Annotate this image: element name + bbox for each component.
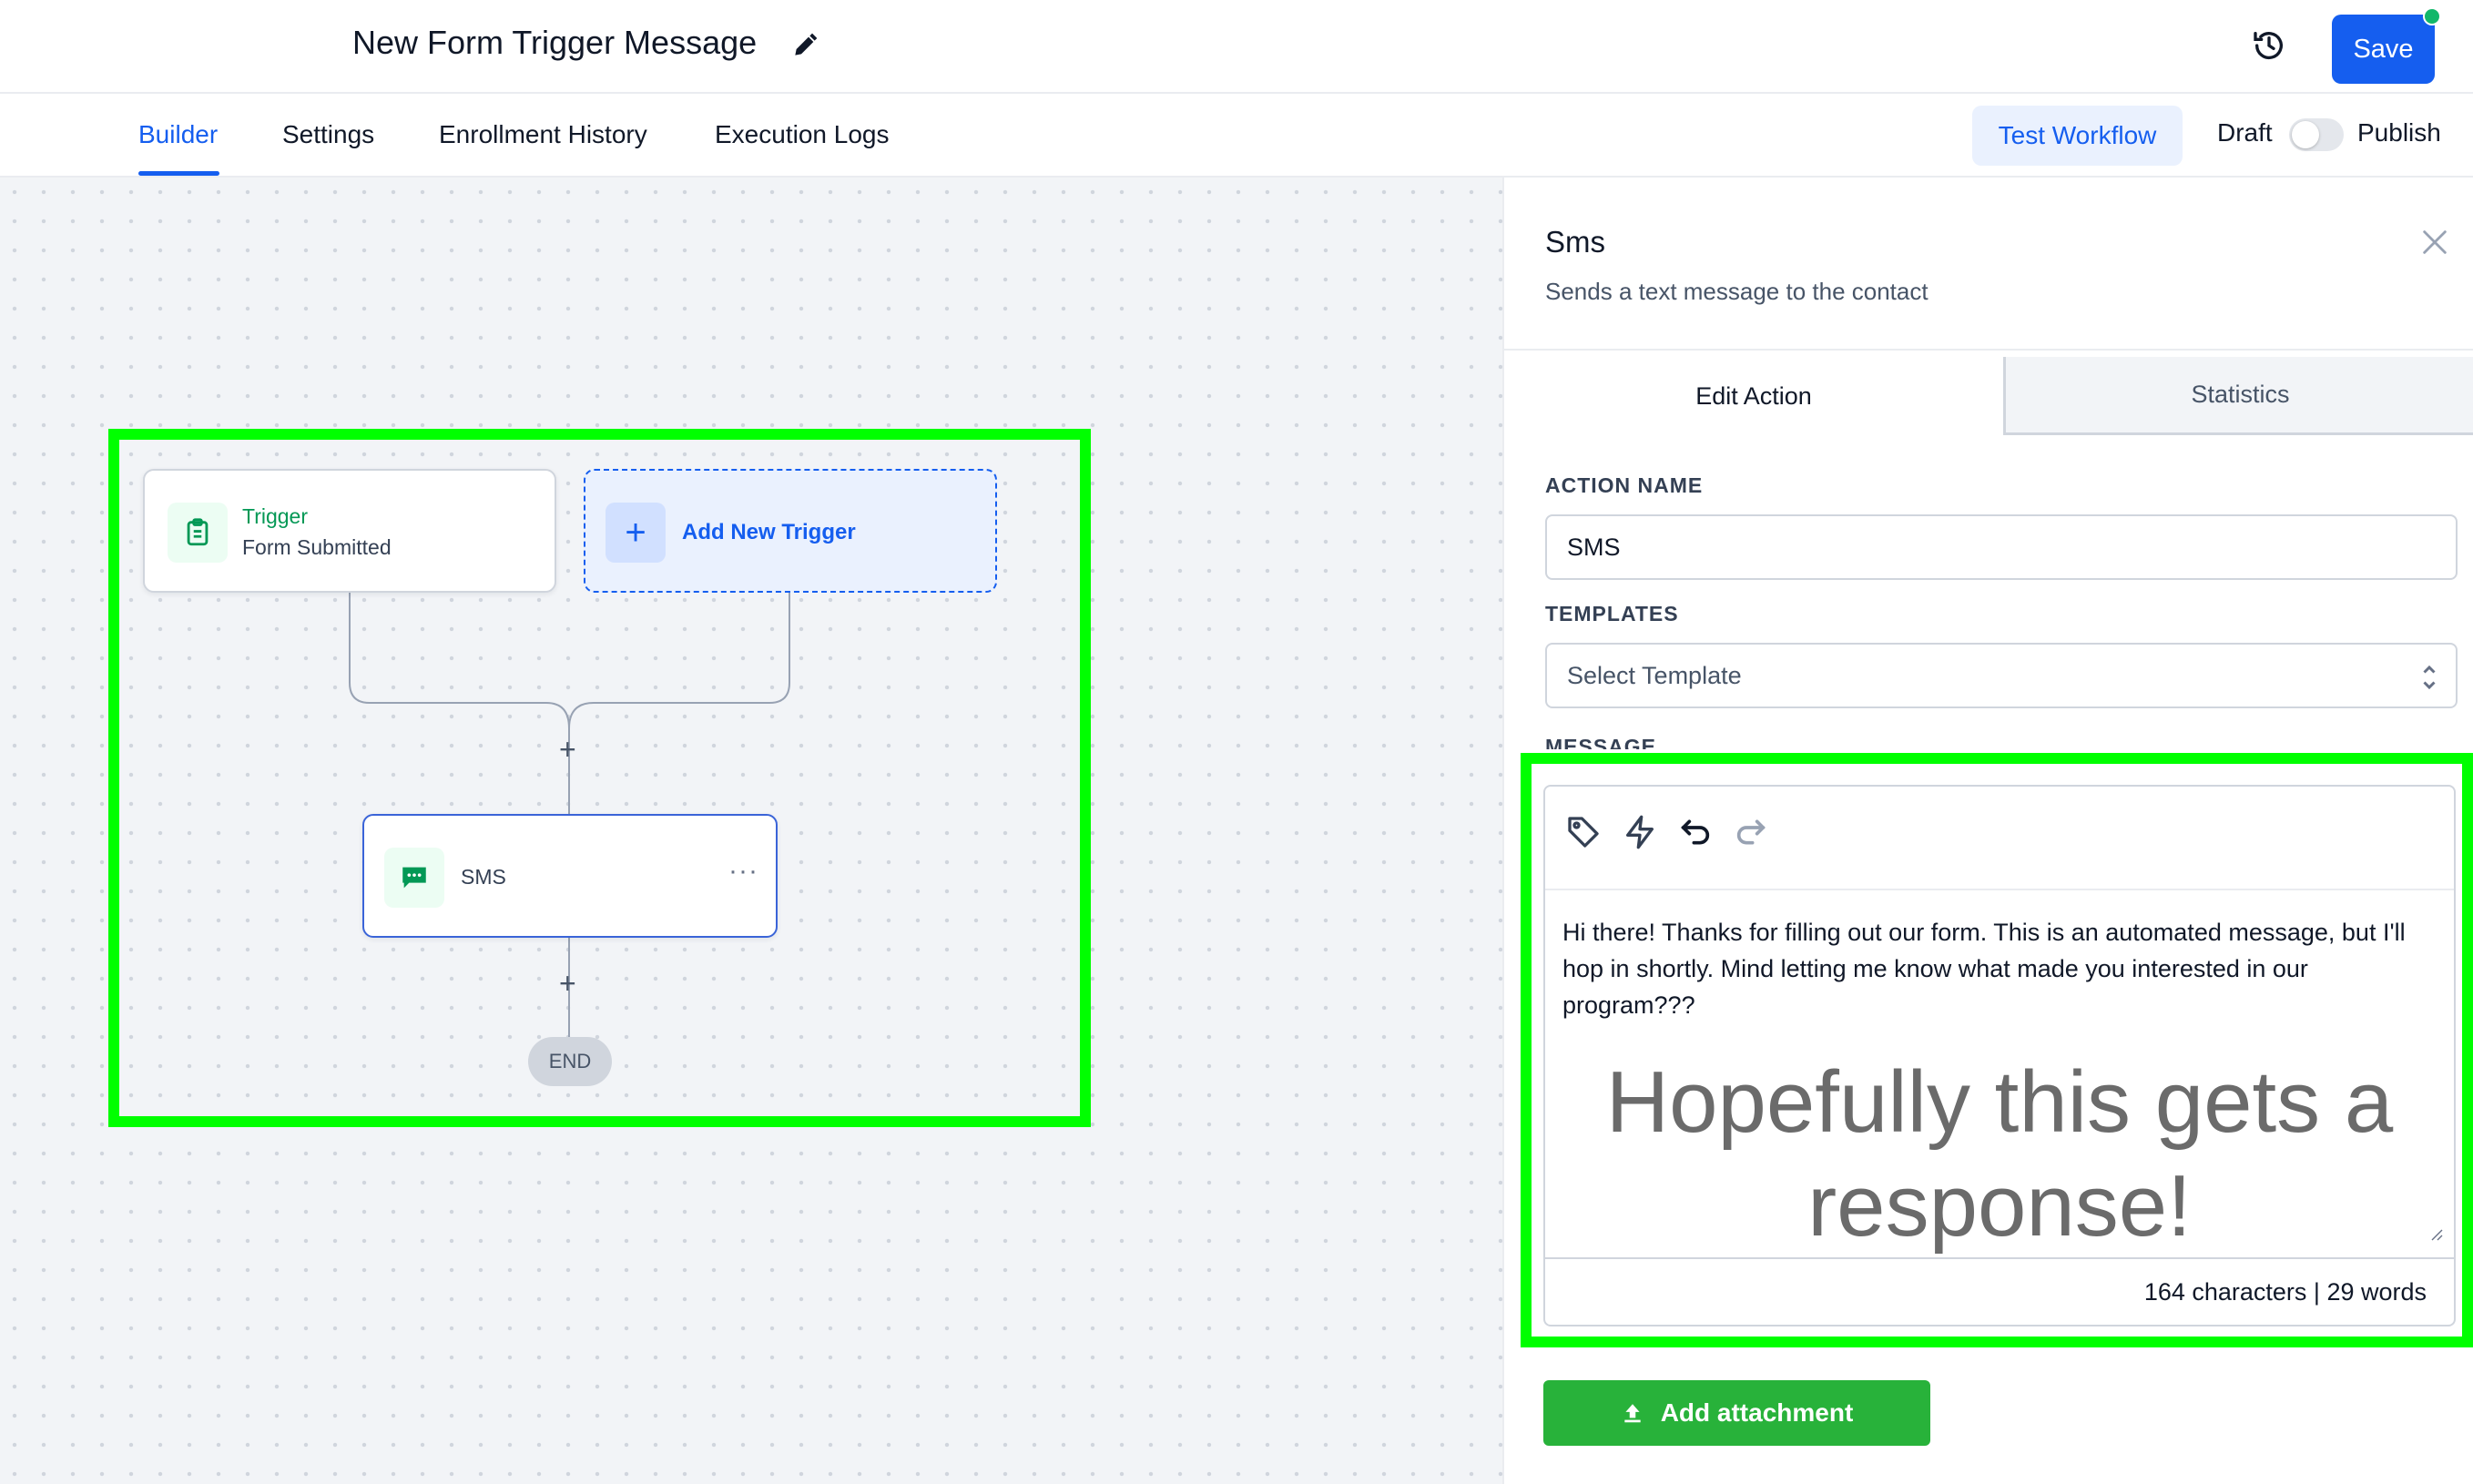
action-name-input[interactable]: SMS	[1545, 514, 2458, 580]
more-options-icon[interactable]: ···	[728, 856, 758, 887]
unsaved-indicator-dot	[2423, 7, 2441, 25]
publish-label: Publish	[2357, 118, 2441, 147]
chat-bubble-icon	[384, 848, 444, 908]
add-step-plus-icon[interactable]: +	[559, 733, 576, 767]
chevron-up-down-icon	[2423, 665, 2436, 690]
add-attachment-label: Add attachment	[1660, 1398, 1854, 1427]
tab-statistics[interactable]: Statistics	[2003, 357, 2473, 435]
save-button[interactable]: Save	[2332, 15, 2435, 84]
template-select-value: Select Template	[1567, 661, 1742, 689]
panel-title: Sms	[1545, 225, 1605, 259]
message-label: MESSAGE	[1545, 735, 1657, 749]
upload-icon	[1624, 1404, 1641, 1423]
plus-icon: +	[606, 503, 666, 563]
add-trigger-card[interactable]: + Add New Trigger	[584, 469, 997, 593]
tab-edit-action[interactable]: Edit Action	[1504, 357, 2003, 435]
toggle-knob	[2292, 121, 2319, 148]
trigger-label: Trigger	[242, 504, 308, 528]
message-highlight-box	[1521, 753, 2473, 1347]
add-trigger-label: Add New Trigger	[682, 520, 856, 544]
clipboard-icon	[168, 503, 228, 563]
close-icon[interactable]	[2419, 227, 2450, 258]
templates-label: TEMPLATES	[1545, 602, 1679, 625]
sms-action-label: SMS	[461, 865, 506, 889]
panel-subtitle: Sends a text message to the contact	[1545, 278, 1929, 305]
trigger-card[interactable]: Trigger Form Submitted	[143, 469, 556, 593]
add-attachment-button[interactable]: Add attachment	[1543, 1380, 1930, 1446]
panel-divider	[1504, 349, 2473, 351]
action-name-label: ACTION NAME	[1545, 473, 1704, 497]
template-select[interactable]: Select Template	[1545, 643, 2458, 708]
add-step-plus-icon[interactable]: +	[559, 967, 576, 1001]
test-workflow-button[interactable]: Test Workflow	[1972, 106, 2183, 166]
history-icon[interactable]	[2251, 27, 2287, 64]
sms-action-card[interactable]: SMS ···	[362, 814, 778, 938]
publish-toggle[interactable]	[2289, 118, 2344, 151]
end-node: END	[528, 1037, 612, 1086]
draft-label: Draft	[2217, 118, 2273, 147]
trigger-subtitle: Form Submitted	[242, 535, 392, 559]
